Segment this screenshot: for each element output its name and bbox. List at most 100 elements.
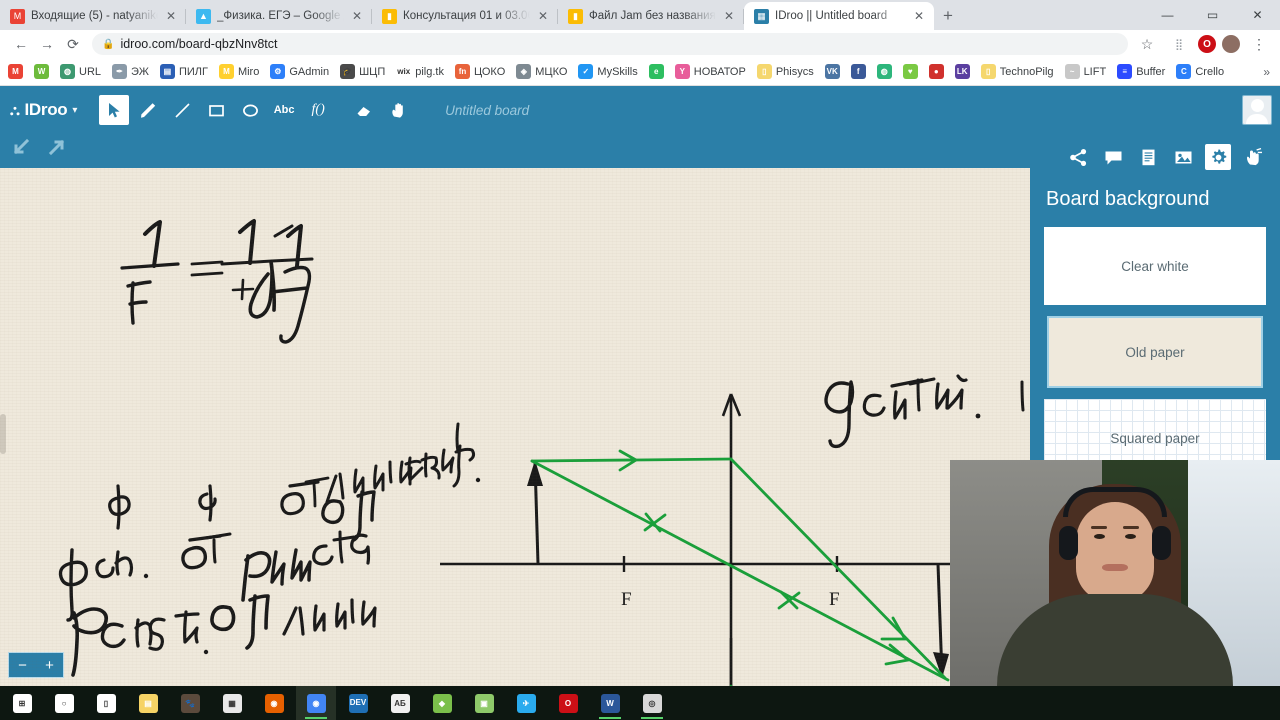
- browser-tab[interactable]: ▮ Файл Jam без названия - Googl ✕: [558, 2, 744, 30]
- bookmark-item[interactable]: fn ЦОКО: [451, 62, 509, 81]
- canvas-scrollbar[interactable]: [0, 414, 6, 454]
- bookmark-item[interactable]: M: [4, 62, 27, 81]
- bookmark-item[interactable]: ◈ МЦКО: [512, 62, 571, 81]
- arrow-up-right-icon[interactable]: [44, 134, 70, 160]
- tab-close-icon[interactable]: ✕: [350, 10, 364, 22]
- opera-extension-icon[interactable]: O: [1198, 35, 1216, 53]
- optics-diagram-secondary: [729, 638, 733, 686]
- bookmark-star-icon[interactable]: ☆: [1134, 31, 1160, 57]
- bookmark-item[interactable]: ●: [925, 62, 948, 81]
- tab-close-icon[interactable]: ✕: [912, 10, 926, 22]
- bookmark-item[interactable]: ◍ URL: [56, 62, 105, 81]
- taskbar-gimp[interactable]: 🐾: [170, 686, 210, 720]
- bookmark-label: ШЦП: [359, 65, 386, 78]
- taskbar-search-button[interactable]: ○: [44, 686, 84, 720]
- taskbar-start-button[interactable]: ⊞: [2, 686, 42, 720]
- bookmark-item[interactable]: ◍: [873, 62, 896, 81]
- browser-tab-active[interactable]: ▦ IDroo || Untitled board ✕: [744, 2, 934, 30]
- bookmark-item[interactable]: f: [847, 62, 870, 81]
- board-title[interactable]: Untitled board: [445, 103, 529, 118]
- browser-tab[interactable]: M Входящие (5) - natyanikova@gm ✕: [0, 2, 186, 30]
- arrow-down-left-icon[interactable]: [8, 134, 34, 160]
- bookmark-item[interactable]: ▯ TechnoPilg: [977, 62, 1058, 81]
- bookmark-item[interactable]: ♥: [899, 62, 922, 81]
- bookmark-item[interactable]: W: [30, 62, 53, 81]
- bookmark-item[interactable]: VK: [821, 62, 844, 81]
- bookmark-item[interactable]: ▤ ПИЛГ: [156, 62, 212, 81]
- browser-tab[interactable]: ▲ _Физика. ЕГЭ – Google Диск ✕: [186, 2, 372, 30]
- bookmark-item[interactable]: e: [645, 62, 668, 81]
- taskbar-dev-app[interactable]: DEV: [338, 686, 378, 720]
- bookmark-item[interactable]: 🎓 ШЦП: [336, 62, 389, 81]
- chrome-menu-icon[interactable]: ⋮: [1246, 31, 1272, 57]
- maximize-button[interactable]: ▭: [1190, 0, 1235, 30]
- tab-close-icon[interactable]: ✕: [722, 10, 736, 22]
- pointer-hand-icon[interactable]: [1240, 144, 1266, 170]
- extensions-icon[interactable]: ⣿: [1166, 31, 1192, 57]
- taskbar-chrome[interactable]: ◉: [296, 686, 336, 720]
- forward-icon[interactable]: →: [34, 31, 60, 57]
- chat-icon[interactable]: [1100, 144, 1126, 170]
- text-tool[interactable]: Abc: [269, 95, 299, 125]
- rectangle-tool[interactable]: [201, 95, 231, 125]
- browser-tab[interactable]: ▮ Консультация 01 и 03.06.20 - Go ✕: [372, 2, 558, 30]
- google-jamboard-icon: ▮: [568, 8, 583, 24]
- share-icon[interactable]: [1065, 144, 1091, 170]
- new-tab-button[interactable]: +: [934, 2, 962, 30]
- back-icon[interactable]: ←: [8, 31, 34, 57]
- taskbar-green-app-1[interactable]: ◆: [422, 686, 462, 720]
- taskbar-file-explorer[interactable]: ▤: [128, 686, 168, 720]
- tab-close-icon[interactable]: ✕: [536, 10, 550, 22]
- bookmark-item[interactable]: ⚙ GAdmin: [266, 62, 333, 81]
- taskbar-firefox[interactable]: ◉: [254, 686, 294, 720]
- avatar-icon[interactable]: [1222, 35, 1240, 53]
- bookmark-item[interactable]: LK: [951, 62, 974, 81]
- select-tool[interactable]: [99, 95, 130, 125]
- taskbar-obs-studio[interactable]: ◎: [632, 686, 672, 720]
- pencil-tool[interactable]: [133, 95, 163, 125]
- taskbar-word[interactable]: W: [590, 686, 630, 720]
- settings-gear-icon[interactable]: [1205, 144, 1231, 170]
- formula-tool[interactable]: f(): [303, 95, 333, 125]
- whiteboard-canvas[interactable]: F F − +: [0, 168, 1030, 686]
- taskbar-green-app-2[interactable]: ▣: [464, 686, 504, 720]
- bookmark-item[interactable]: ▯ Phisycs: [753, 62, 818, 81]
- bookmarks-overflow-button[interactable]: »: [1257, 65, 1276, 79]
- bookmark-item[interactable]: M Miro: [215, 62, 263, 81]
- zoom-out-button[interactable]: −: [18, 657, 27, 674]
- bookmark-item[interactable]: ✒ ЭЖ: [108, 62, 153, 81]
- bookmark-item[interactable]: ≡ Buffer: [1113, 62, 1169, 81]
- pan-tool[interactable]: [383, 95, 413, 125]
- background-option-old-paper[interactable]: Old paper: [1044, 313, 1266, 391]
- tab-close-icon[interactable]: ✕: [164, 10, 178, 22]
- eraser-tool[interactable]: [349, 95, 379, 125]
- close-window-button[interactable]: ✕: [1235, 0, 1280, 30]
- line-tool[interactable]: [167, 95, 197, 125]
- idroo-logo[interactable]: ⛬ IDroo ▾: [10, 100, 77, 120]
- zoom-in-button[interactable]: +: [45, 657, 54, 674]
- document-icon[interactable]: [1135, 144, 1161, 170]
- bookmark-item[interactable]: C Crello: [1172, 62, 1228, 81]
- bookmark-item[interactable]: wix pilg.tk: [392, 62, 448, 81]
- taskbar-telegram[interactable]: ✈: [506, 686, 546, 720]
- taskbar-abc-net[interactable]: AБ: [380, 686, 420, 720]
- reload-icon[interactable]: ⟳: [60, 31, 86, 57]
- ellipse-tool[interactable]: [235, 95, 265, 125]
- bookmark-item[interactable]: ✓ MySkills: [574, 62, 641, 81]
- minimize-button[interactable]: —: [1145, 0, 1190, 30]
- bookmark-label: GAdmin: [289, 65, 330, 78]
- taskbar-opera[interactable]: O: [548, 686, 588, 720]
- webcam-video-overlay[interactable]: [950, 460, 1280, 686]
- gmail-icon: M: [10, 8, 25, 24]
- image-icon[interactable]: [1170, 144, 1196, 170]
- headphone-right-icon: [1152, 526, 1171, 560]
- bookmark-item[interactable]: Y НОВАТОР: [671, 62, 750, 81]
- taskbar-task-view-button[interactable]: ▯: [86, 686, 126, 720]
- taskbar-calculator[interactable]: ▦: [212, 686, 252, 720]
- bookmark-item[interactable]: ~ LIFT: [1061, 62, 1111, 81]
- user-avatar[interactable]: [1242, 95, 1272, 125]
- url-input[interactable]: 🔒 idroo.com/board-qbzNnv8tct: [92, 33, 1128, 55]
- background-option-clear-white[interactable]: Clear white: [1044, 227, 1266, 305]
- idroo-toolbar: ⛬ IDroo ▾ Abc f() Untitled board: [0, 86, 1280, 134]
- chevron-down-icon[interactable]: ▾: [72, 105, 77, 116]
